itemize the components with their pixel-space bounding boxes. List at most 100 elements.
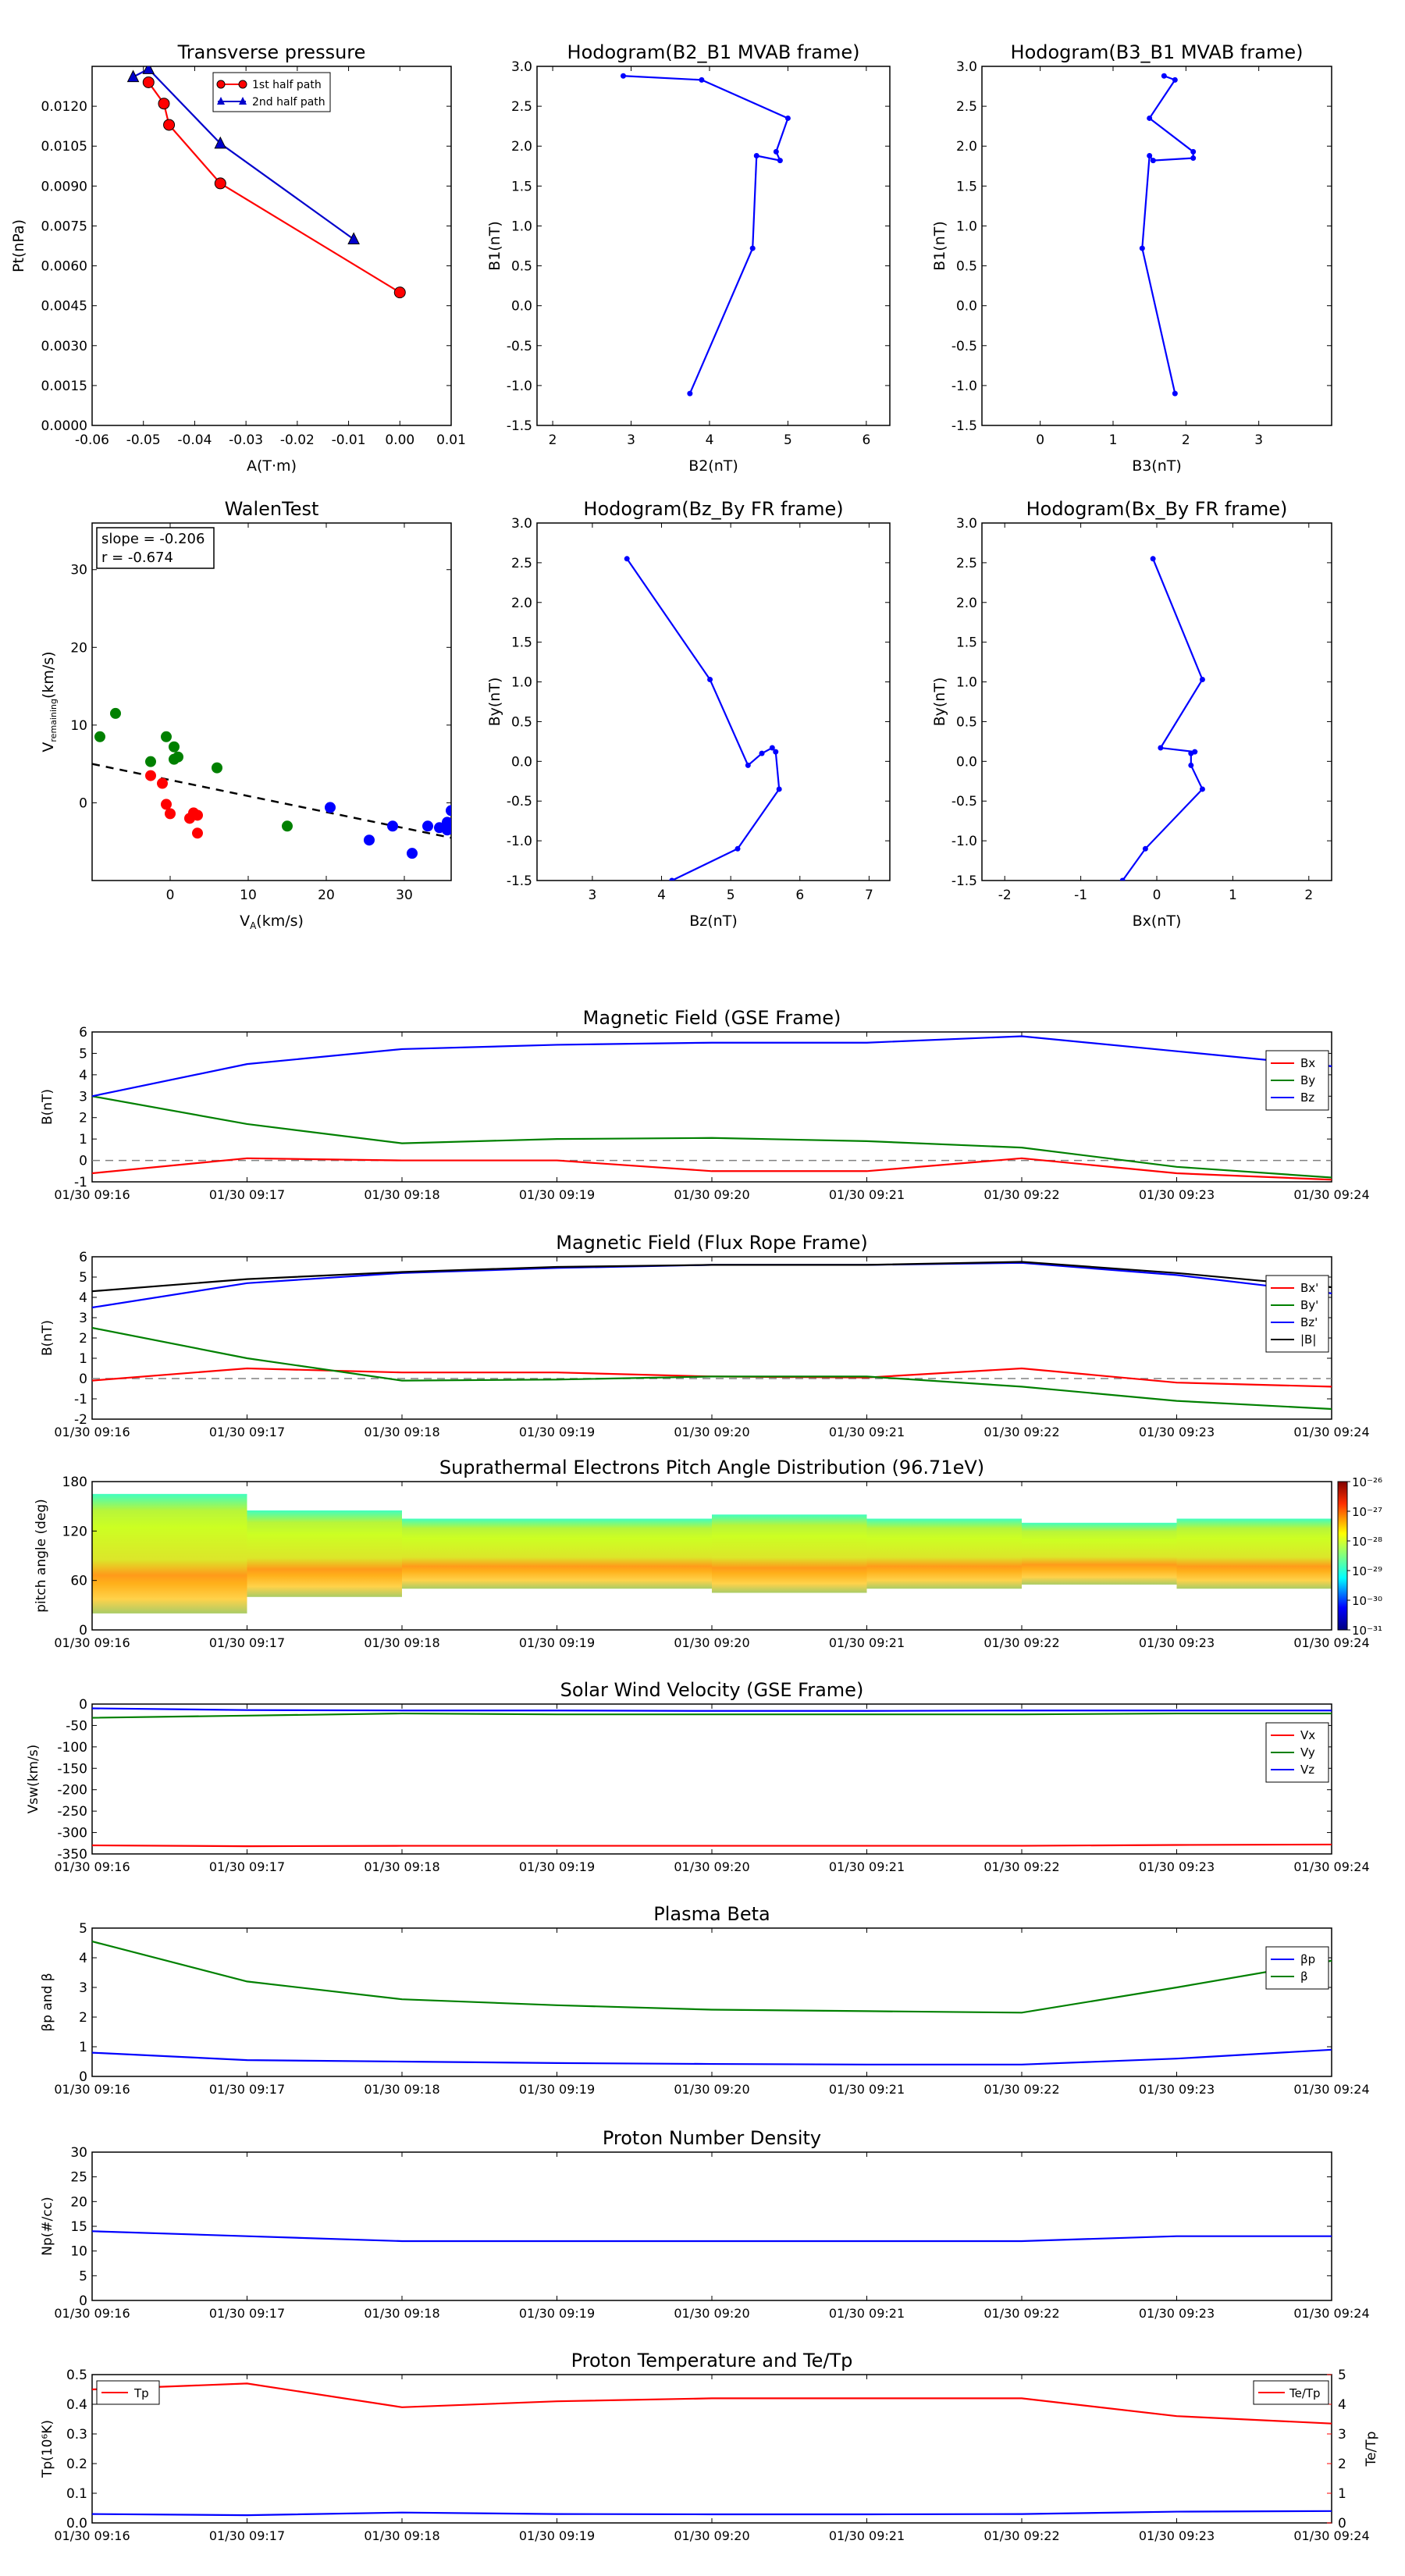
ts5-ytick-label: 5 [79,1921,87,1937]
panel4-point [446,805,451,817]
ts2-xtick-label: 01/30 09:22 [984,1425,1059,1439]
panel5-point [759,750,765,756]
heatmap-colorbar-label: 10⁻³¹ [1352,1624,1382,1638]
panel6-point [1199,786,1205,792]
ts6-xtick-label: 01/30 09:16 [54,2306,130,2321]
panel3-title: Hodogram(B3_B1 MVAB frame) [1011,41,1304,63]
panel3-point [1161,73,1167,79]
ts7-xtick-label: 01/30 09:17 [209,2528,285,2543]
heatmap-colorbar-label: 10⁻²⁷ [1352,1505,1382,1519]
ts5-frame [91,1927,1332,2077]
ts1-xtick-label: 01/30 09:19 [519,1187,595,1202]
ts7-ytick-label: 0.1 [66,2486,87,2502]
panel4-ytick-label: 10 [70,718,87,734]
panel4-ytick-label: 0 [79,795,87,811]
ts1-ytick-label: 0 [79,1154,87,1169]
ts5-ytick-label: 3 [79,1980,87,1996]
ts6-title: Proton Number Density [603,2127,821,2149]
heatmap-column [1176,1518,1332,1589]
panel4-ytick-label: 30 [70,563,87,578]
heatmap-column [866,1518,1022,1589]
panel1-xtick-label: -0.05 [126,432,161,448]
panel6-point [1199,677,1205,683]
panel1-xtick-label: -0.02 [280,432,315,448]
panel2-ytick-label: -0.5 [507,339,532,354]
ts7-ytick-label: 0.0 [66,2516,87,2532]
panel5-xlabel: Bz(nT) [689,913,737,930]
panel1-ytick-label: 0.0105 [41,139,87,155]
panel1-ytick-label: 0.0075 [41,219,87,234]
ts4-frame [91,1703,1332,1855]
ts4-xtick-label: 01/30 09:21 [829,1859,905,1874]
heatmap-colorbar-label: 10⁻²⁶ [1352,1475,1382,1489]
ts2-ytick-label: -1 [74,1392,87,1407]
panel3-ytick-label: 0.5 [956,259,977,275]
panel3-ytick-label: 2.0 [956,139,977,155]
panel6-ytick-label: 3.0 [956,516,977,532]
panel4-point [94,731,105,742]
panel6-ytick-label: 0.0 [956,754,977,770]
panel3-frame [981,66,1332,426]
panel3-point [1172,390,1178,397]
panel6-xtick-label: -1 [1074,888,1087,903]
ts2-legend-label: By' [1300,1298,1318,1312]
panel5-xtick-label: 5 [727,888,735,903]
panel2-xlabel: B2(nT) [688,457,738,475]
panel6-ytick-label: 2.0 [956,596,977,611]
panel4-ytick-label: 20 [70,640,87,656]
panel3-ytick-label: 3.0 [956,59,977,75]
panel4-annotation-slope: slope = -0.206 [101,531,205,547]
panel1-frame [91,66,452,426]
panel3-ytick-label: -1.5 [951,418,977,434]
ts2-ytick-label: 1 [79,1351,87,1367]
panel1-ytick-label: 0.0015 [41,379,87,394]
ts7-y2tick-label: 0 [1338,2516,1346,2532]
ts1-xtick-label: 01/30 09:20 [674,1187,749,1202]
ts5-series- [91,1941,1332,2014]
panel1-point [347,232,360,244]
panel1-point [142,66,155,74]
ts7-legend-left-label: Tp [133,2386,149,2400]
panel2-ytick-label: 1.0 [511,219,532,234]
panel5-series-line [626,558,781,881]
panel1-xtick-label: -0.04 [177,432,212,448]
panel1-point [158,98,170,110]
panel3-point [1172,76,1178,83]
panel2-title: Hodogram(B2_B1 MVAB frame) [567,41,860,63]
panel2-point [749,245,756,251]
panel6-frame [981,522,1332,881]
ts1-series-Bx [91,1157,1332,1181]
panel5-xtick-label: 7 [865,888,873,903]
ts5-xtick-label: 01/30 09:18 [364,2082,439,2097]
ts5-xtick-label: 01/30 09:20 [674,2082,749,2097]
panel2-frame [536,66,891,426]
ts4-ylabel: Vsw(km/s) [26,1745,41,1814]
ts4-series-Vx [91,1843,1332,1848]
panel1-ytick-label: 0.0000 [41,418,87,434]
panel6-point [1142,845,1148,852]
ts6-xtick-label: 01/30 09:19 [519,2306,595,2321]
panel5-frame [536,522,891,881]
ts4-legend-label: Vy [1300,1745,1315,1759]
ts2-title: Magnetic Field (Flux Rope Frame) [556,1232,867,1254]
panel6-point [1150,556,1156,562]
ts2-legend-box [1265,1275,1329,1353]
ts1-ytick-label: 6 [79,1025,87,1041]
panel1-xtick-label: 0.01 [436,432,466,448]
panel2-point [753,152,759,158]
panel4-point [364,834,375,846]
panel2-xtick-label: 5 [784,432,792,448]
ts7-y2tick-label: 5 [1338,2368,1346,2383]
panel2-ylabel: B1(nT) [486,221,503,271]
ts7-y2tick-label: 3 [1338,2427,1346,2443]
panel2-point [777,158,783,164]
ts2-ytick-label: 6 [79,1250,87,1265]
panel6-point [1158,745,1164,751]
panel2-series-line [623,75,789,394]
panel1-ytick-label: 0.0030 [41,339,87,354]
heatmap-ylabel: pitch angle (deg) [34,1499,49,1613]
heatmap-ytick-label: 180 [62,1475,87,1490]
panel6-xtick-label: 2 [1304,888,1313,903]
panel1-point [142,76,155,88]
ts4-ytick-label: -200 [57,1783,87,1799]
